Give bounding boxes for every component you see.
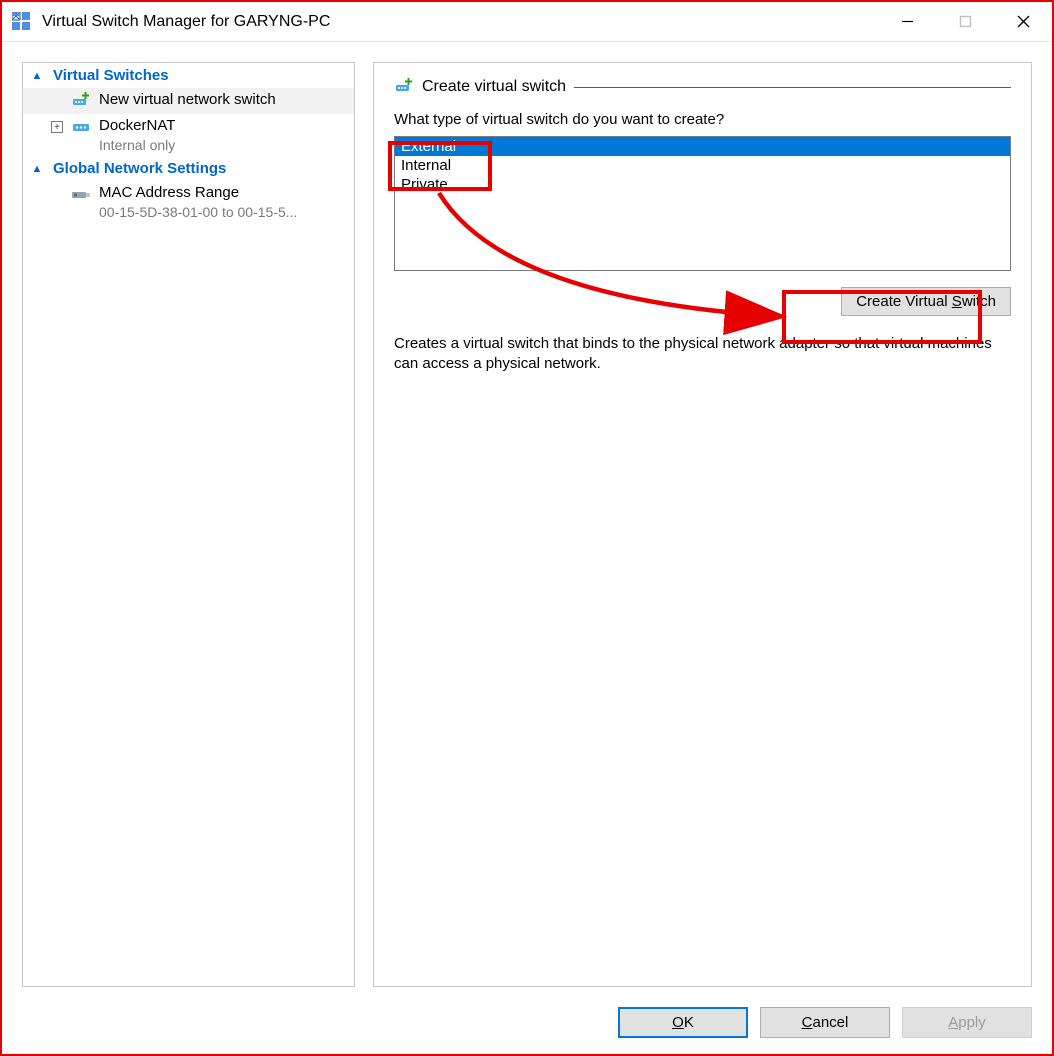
panel-prompt: What type of virtual switch do you want …	[394, 111, 1011, 128]
switch-type-listbox[interactable]: External Internal Private	[394, 136, 1011, 271]
tree-item-sublabel: Internal only	[99, 137, 175, 153]
switch-icon	[71, 117, 91, 137]
tree-section-global-network[interactable]: ▲ Global Network Settings	[23, 156, 354, 181]
chevron-up-icon: ▲	[29, 70, 45, 82]
sidebar-tree: ▲ Virtual Switches New virtual network s…	[22, 62, 355, 987]
tree-item-label: DockerNAT	[99, 117, 175, 135]
dialog-footer: OK OK Cancel Cancel Apply Apply	[2, 997, 1052, 1054]
panel-description: Creates a virtual switch that binds to t…	[394, 334, 1011, 375]
new-switch-icon	[394, 77, 414, 97]
tree-section-label: Global Network Settings	[53, 160, 226, 177]
tree-item-new-switch[interactable]: New virtual network switch	[23, 88, 354, 114]
cancel-button[interactable]: Cancel Cancel	[760, 1007, 890, 1038]
minimize-button[interactable]	[878, 2, 936, 42]
chevron-up-icon: ▲	[29, 163, 45, 175]
titlebar: Virtual Switch Manager for GARYNG-PC	[2, 2, 1052, 42]
new-switch-icon	[71, 91, 91, 111]
tree-item-label: MAC Address Range	[99, 184, 297, 202]
panel-heading: Create virtual switch	[422, 78, 566, 96]
tree-item-mac-range[interactable]: MAC Address Range 00-15-5D-38-01-00 to 0…	[23, 181, 354, 223]
maximize-button	[936, 2, 994, 42]
apply-button: Apply Apply	[902, 1007, 1032, 1038]
tree-section-label: Virtual Switches	[53, 67, 169, 84]
create-virtual-switch-button[interactable]: Create Virtual Switch Create Virtual Swi…	[841, 287, 1011, 316]
close-button[interactable]	[994, 2, 1052, 42]
tree-item-dockernat[interactable]: + DockerNAT Internal only	[23, 114, 354, 156]
option-private[interactable]: Private	[395, 175, 1010, 194]
app-icon	[12, 12, 32, 32]
window-frame: Virtual Switch Manager for GARYNG-PC ▲ V…	[0, 0, 1054, 1056]
tree-item-sublabel: 00-15-5D-38-01-00 to 00-15-5...	[99, 204, 297, 220]
tree-item-label: New virtual network switch	[99, 91, 276, 109]
main-content: ▲ Virtual Switches New virtual network s…	[2, 42, 1052, 997]
window-title: Virtual Switch Manager for GARYNG-PC	[42, 13, 330, 31]
separator	[574, 87, 1011, 88]
expand-icon[interactable]: +	[51, 121, 63, 133]
option-external[interactable]: External	[395, 137, 1010, 156]
nic-icon	[71, 184, 91, 204]
ok-button[interactable]: OK OK	[618, 1007, 748, 1038]
panel-header: Create virtual switch	[394, 77, 1011, 97]
tree-section-virtual-switches[interactable]: ▲ Virtual Switches	[23, 63, 354, 88]
option-internal[interactable]: Internal	[395, 156, 1010, 175]
detail-panel: Create virtual switch What type of virtu…	[373, 62, 1032, 987]
